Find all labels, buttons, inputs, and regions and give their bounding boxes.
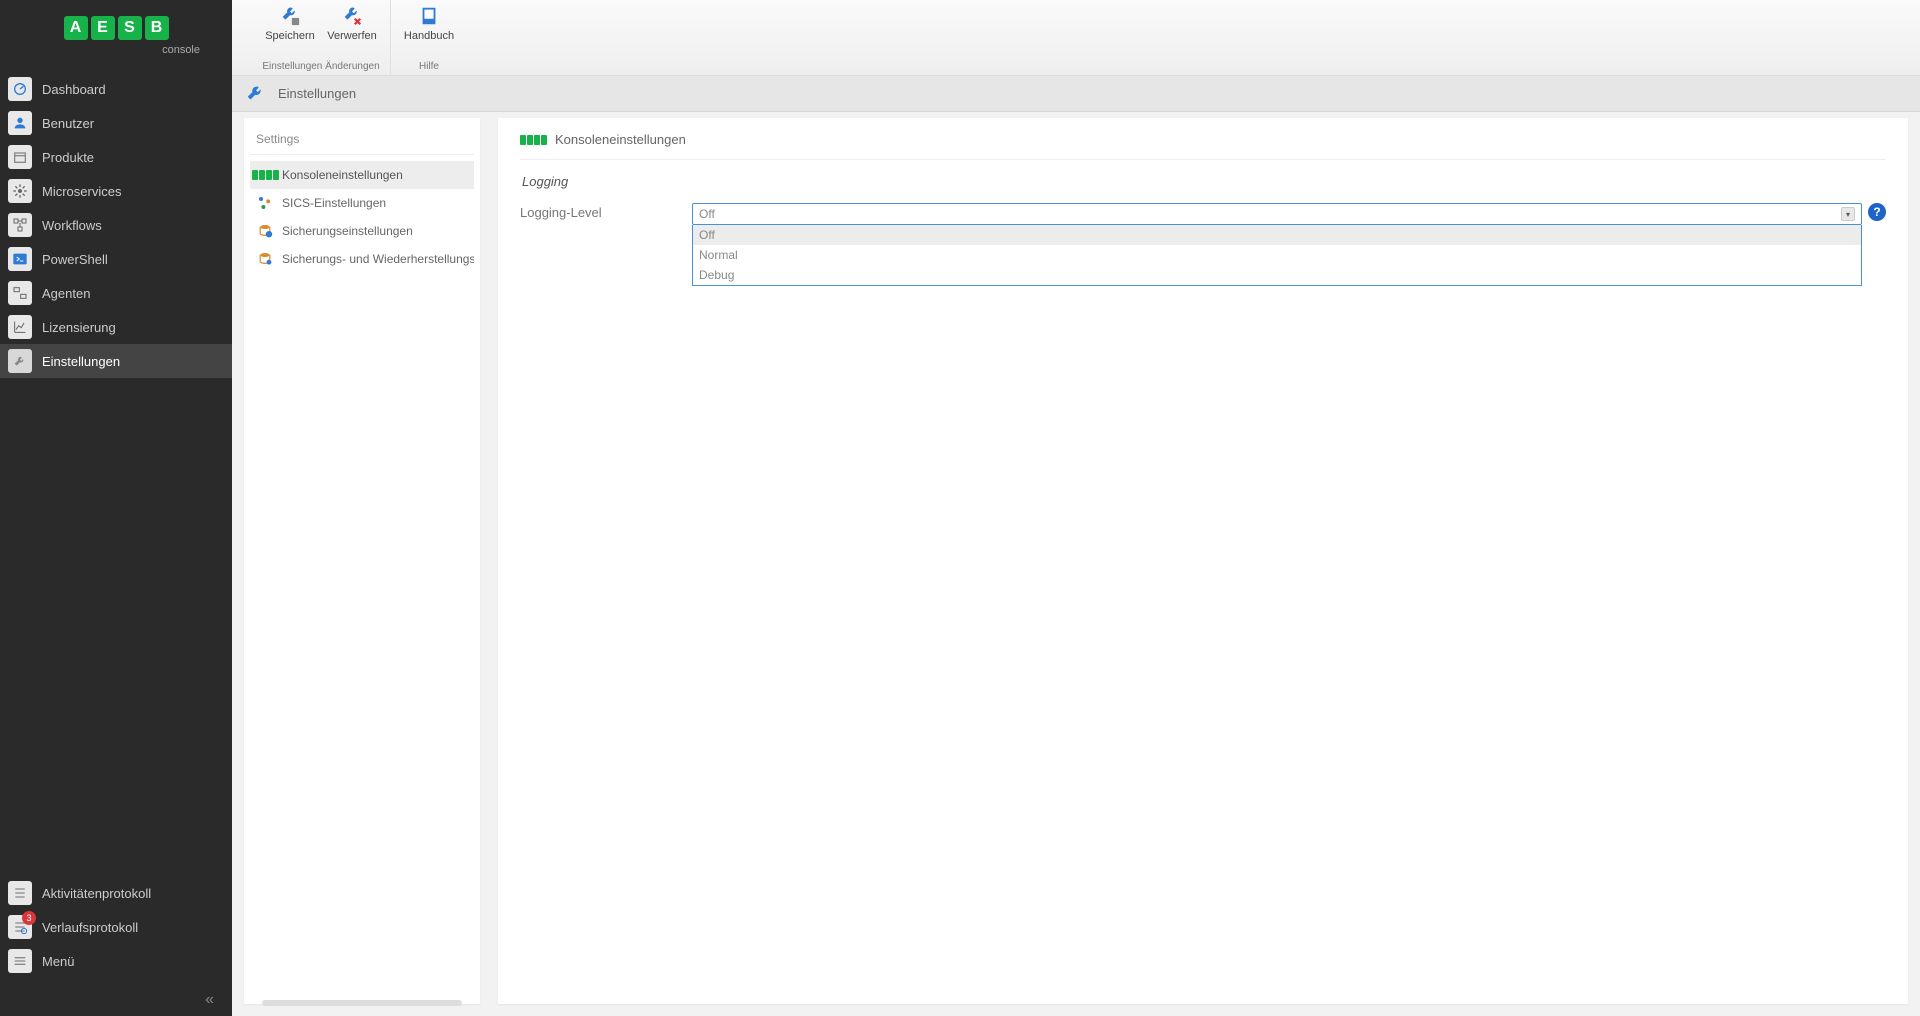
ribbon-group-help: Handbuch Hilfe (391, 0, 467, 75)
dashboard-icon (8, 77, 32, 101)
sidebar-item-label: Dashboard (42, 82, 106, 97)
sidebar-item-menu[interactable]: Menü (0, 944, 232, 978)
sidebar-item-products[interactable]: Produkte (0, 140, 232, 174)
collapse-sidebar-button[interactable]: « (0, 984, 232, 1016)
sidebar-item-label: Agenten (42, 286, 90, 301)
sidebar-item-microservices[interactable]: Microservices (0, 174, 232, 208)
sidebar: A E S B console Dashboard Benutzer Produ… (0, 0, 232, 1016)
user-icon (8, 111, 32, 135)
sidebar-item-settings[interactable]: Einstellungen (0, 344, 232, 378)
settings-tree-panel: Settings Konsoleneinstellungen SICS-Eins… (244, 118, 480, 1004)
ribbon-group-label: Hilfe (419, 61, 439, 75)
settings-tree-header: Settings (250, 128, 474, 155)
dropdown-option-label: Debug (699, 268, 734, 282)
gear-icon (8, 179, 32, 203)
sidebar-item-label: Lizensierung (42, 320, 116, 335)
book-icon (415, 4, 443, 28)
save-button[interactable]: Speichern (262, 4, 318, 42)
sidebar-bottom-nav: Aktivitätenprotokoll 3 Verlaufsprotokoll… (0, 876, 232, 984)
sidebar-item-workflows[interactable]: Workflows (0, 208, 232, 242)
save-label: Speichern (265, 30, 315, 42)
agents-icon (8, 281, 32, 305)
mini-logo-icon (520, 135, 547, 145)
logo-subtitle: console (162, 44, 200, 56)
dropdown-option-label: Off (699, 228, 715, 242)
sidebar-item-licensing[interactable]: Lizensierung (0, 310, 232, 344)
sidebar-item-label: Menü (42, 954, 75, 969)
settings-detail-panel: Konsoleneinstellungen Logging Logging-Le… (498, 118, 1908, 1004)
database-gear-icon (256, 250, 274, 268)
logo-letter: E (91, 16, 115, 40)
main-area: Speichern Verwerfen Einstellungen Änderu… (232, 0, 1920, 1016)
discard-button[interactable]: Verwerfen (324, 4, 380, 42)
ribbon-group-changes: Speichern Verwerfen Einstellungen Änderu… (252, 0, 391, 75)
logo-letter: S (118, 16, 142, 40)
workflow-icon (8, 213, 32, 237)
list-icon (8, 881, 32, 905)
tree-item-label: Konsoleneinstellungen (282, 168, 403, 182)
logo-letter: B (145, 16, 169, 40)
box-icon (8, 145, 32, 169)
tree-item-sics-settings[interactable]: SICS-Einstellungen (250, 189, 474, 217)
ribbon-group-label: Einstellungen Änderungen (262, 61, 379, 75)
sidebar-item-dashboard[interactable]: Dashboard (0, 72, 232, 106)
mini-logo-icon (256, 166, 274, 184)
sidebar-item-label: Workflows (42, 218, 102, 233)
dropdown-option-off[interactable]: Off (693, 225, 1861, 245)
panel-title-text: Konsoleneinstellungen (555, 132, 686, 147)
content-area: Settings Konsoleneinstellungen SICS-Eins… (232, 112, 1920, 1016)
sidebar-item-powershell[interactable]: PowerShell (0, 242, 232, 276)
discard-icon (338, 4, 366, 28)
tree-item-label: SICS-Einstellungen (282, 196, 386, 210)
field-label: Logging-Level (520, 203, 692, 220)
sidebar-item-activity-log[interactable]: Aktivitätenprotokoll (0, 876, 232, 910)
sidebar-item-label: Microservices (42, 184, 121, 199)
sidebar-item-label: Verlaufsprotokoll (42, 920, 138, 935)
logging-level-select[interactable]: Off ▾ (692, 203, 1862, 225)
manual-button[interactable]: Handbuch (401, 4, 457, 42)
sidebar-item-history-log[interactable]: 3 Verlaufsprotokoll (0, 910, 232, 944)
tree-item-backup-settings[interactable]: Sicherungseinstellungen (250, 217, 474, 245)
logging-level-dropdown: Off Normal Debug (692, 225, 1862, 286)
section-heading: Logging (522, 174, 1886, 189)
logo-letter: A (64, 16, 88, 40)
notification-badge: 3 (22, 911, 36, 925)
wrench-icon (244, 82, 268, 106)
tree-item-console-settings[interactable]: Konsoleneinstellungen (250, 161, 474, 189)
powershell-icon (8, 247, 32, 271)
sidebar-item-agents[interactable]: Agenten (0, 276, 232, 310)
wrench-icon (8, 349, 32, 373)
menu-icon (8, 949, 32, 973)
sidebar-item-label: Aktivitätenprotokoll (42, 886, 151, 901)
help-icon[interactable]: ? (1868, 203, 1886, 221)
page-title-bar: Einstellungen (232, 76, 1920, 112)
sidebar-item-label: Produkte (42, 150, 94, 165)
panel-title: Konsoleneinstellungen (520, 132, 1886, 160)
sidebar-item-users[interactable]: Benutzer (0, 106, 232, 140)
sidebar-item-label: PowerShell (42, 252, 108, 267)
page-title: Einstellungen (278, 86, 356, 101)
sidebar-nav: Dashboard Benutzer Produkte Microservice… (0, 72, 232, 378)
discard-label: Verwerfen (327, 30, 377, 42)
logging-level-row: Logging-Level Off ▾ Off Normal Debug ? (520, 203, 1886, 286)
save-icon (276, 4, 304, 28)
horizontal-scrollbar[interactable] (262, 1000, 462, 1004)
brand-logo: A E S B console (0, 0, 232, 72)
database-icon (256, 222, 274, 240)
dropdown-option-debug[interactable]: Debug (693, 265, 1861, 285)
select-current-value: Off (699, 207, 715, 221)
nodes-icon (256, 194, 274, 212)
ribbon-toolbar: Speichern Verwerfen Einstellungen Änderu… (232, 0, 1920, 76)
chart-icon (8, 315, 32, 339)
tree-item-label: Sicherungseinstellungen (282, 224, 413, 238)
tree-item-backup-restore-mgmt[interactable]: Sicherungs- und Wiederherstellungsverwal (250, 245, 474, 273)
sidebar-item-label: Einstellungen (42, 354, 120, 369)
chevron-down-icon: ▾ (1841, 207, 1855, 221)
tree-item-label: Sicherungs- und Wiederherstellungsverwal (282, 252, 474, 266)
dropdown-option-normal[interactable]: Normal (693, 245, 1861, 265)
dropdown-option-label: Normal (699, 248, 738, 262)
sidebar-item-label: Benutzer (42, 116, 94, 131)
manual-label: Handbuch (404, 30, 454, 42)
